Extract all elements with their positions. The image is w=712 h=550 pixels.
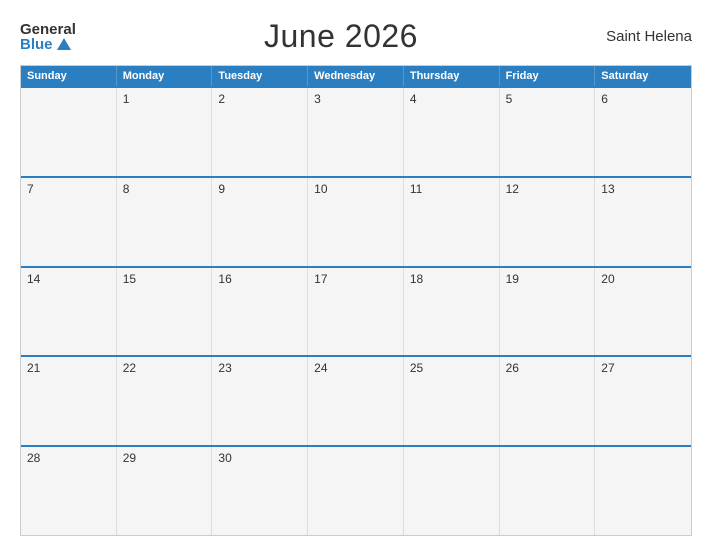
header: General Blue June 2026 Saint Helena [20, 18, 692, 55]
day-number: 14 [27, 272, 110, 286]
day-cell-w5-d5 [404, 447, 500, 535]
day-cell-w2-d2: 8 [117, 178, 213, 266]
day-number: 19 [506, 272, 589, 286]
logo-general-text: General [20, 22, 76, 37]
day-number: 23 [218, 361, 301, 375]
day-cell-w1-d2: 1 [117, 88, 213, 176]
day-number: 2 [218, 92, 301, 106]
day-cell-w5-d3: 30 [212, 447, 308, 535]
day-headers-row: Sunday Monday Tuesday Wednesday Thursday… [21, 66, 691, 86]
month-title: June 2026 [264, 18, 418, 55]
day-number: 16 [218, 272, 301, 286]
day-cell-w2-d3: 9 [212, 178, 308, 266]
day-number: 4 [410, 92, 493, 106]
day-cell-w3-d6: 19 [500, 268, 596, 356]
day-cell-w1-d3: 2 [212, 88, 308, 176]
calendar: Sunday Monday Tuesday Wednesday Thursday… [20, 65, 692, 536]
day-number: 18 [410, 272, 493, 286]
day-number: 22 [123, 361, 206, 375]
day-cell-w3-d4: 17 [308, 268, 404, 356]
day-number: 28 [27, 451, 110, 465]
day-number: 26 [506, 361, 589, 375]
week-row-3: 14 15 16 17 18 19 20 [21, 266, 691, 356]
day-number: 10 [314, 182, 397, 196]
day-cell-w2-d5: 11 [404, 178, 500, 266]
day-number: 5 [506, 92, 589, 106]
day-cell-w4-d7: 27 [595, 357, 691, 445]
day-cell-w1-d4: 3 [308, 88, 404, 176]
week-row-2: 789 10 11 12 13 [21, 176, 691, 266]
logo: General Blue [20, 22, 76, 52]
header-friday: Friday [500, 66, 596, 86]
day-cell-w5-d7 [595, 447, 691, 535]
day-cell-w4-d5: 25 [404, 357, 500, 445]
header-tuesday: Tuesday [212, 66, 308, 86]
day-number: 25 [410, 361, 493, 375]
header-thursday: Thursday [404, 66, 500, 86]
day-cell-w4-d6: 26 [500, 357, 596, 445]
day-number: 13 [601, 182, 685, 196]
header-wednesday: Wednesday [308, 66, 404, 86]
day-cell-w1-d5: 4 [404, 88, 500, 176]
day-cell-w4-d1: 21 [21, 357, 117, 445]
day-number: 29 [123, 451, 206, 465]
day-number: 6 [601, 92, 685, 106]
day-number: 8 [123, 182, 206, 196]
day-cell-w3-d5: 18 [404, 268, 500, 356]
logo-blue-text: Blue [20, 37, 71, 52]
day-number: 9 [218, 182, 301, 196]
logo-triangle-icon [57, 38, 71, 50]
page: General Blue June 2026 Saint Helena Sund… [0, 0, 712, 550]
day-cell-w3-d2: 15 [117, 268, 213, 356]
day-number: 20 [601, 272, 685, 286]
day-cell-w5-d6 [500, 447, 596, 535]
week-row-4: 21 22 23 24 25 26 27 [21, 355, 691, 445]
day-cell-w1-d7: 6 [595, 88, 691, 176]
day-number: 3 [314, 92, 397, 106]
day-number: 27 [601, 361, 685, 375]
day-number: 12 [506, 182, 589, 196]
day-cell-w3-d3: 16 [212, 268, 308, 356]
day-cell-w4-d3: 23 [212, 357, 308, 445]
day-cell-w2-d4: 10 [308, 178, 404, 266]
week-row-1: 123456 [21, 86, 691, 176]
day-number: 24 [314, 361, 397, 375]
day-number: 11 [410, 182, 493, 196]
header-saturday: Saturday [595, 66, 691, 86]
day-cell-w5-d4 [308, 447, 404, 535]
week-row-5: 28 29 30 [21, 445, 691, 535]
day-number: 17 [314, 272, 397, 286]
day-cell-w4-d4: 24 [308, 357, 404, 445]
day-cell-w1-d6: 5 [500, 88, 596, 176]
day-cell-w2-d7: 13 [595, 178, 691, 266]
day-cell-w1-d1 [21, 88, 117, 176]
day-cell-w2-d1: 7 [21, 178, 117, 266]
region-label: Saint Helena [606, 28, 692, 45]
day-cell-w2-d6: 12 [500, 178, 596, 266]
day-cell-w4-d2: 22 [117, 357, 213, 445]
day-number: 21 [27, 361, 110, 375]
calendar-body: 1234567891011121314151617181920212223242… [21, 86, 691, 535]
day-cell-w5-d2: 29 [117, 447, 213, 535]
day-cell-w5-d1: 28 [21, 447, 117, 535]
day-number: 15 [123, 272, 206, 286]
day-number: 7 [27, 182, 110, 196]
day-number: 1 [123, 92, 206, 106]
header-monday: Monday [117, 66, 213, 86]
day-number: 30 [218, 451, 301, 465]
day-cell-w3-d1: 14 [21, 268, 117, 356]
header-sunday: Sunday [21, 66, 117, 86]
day-cell-w3-d7: 20 [595, 268, 691, 356]
